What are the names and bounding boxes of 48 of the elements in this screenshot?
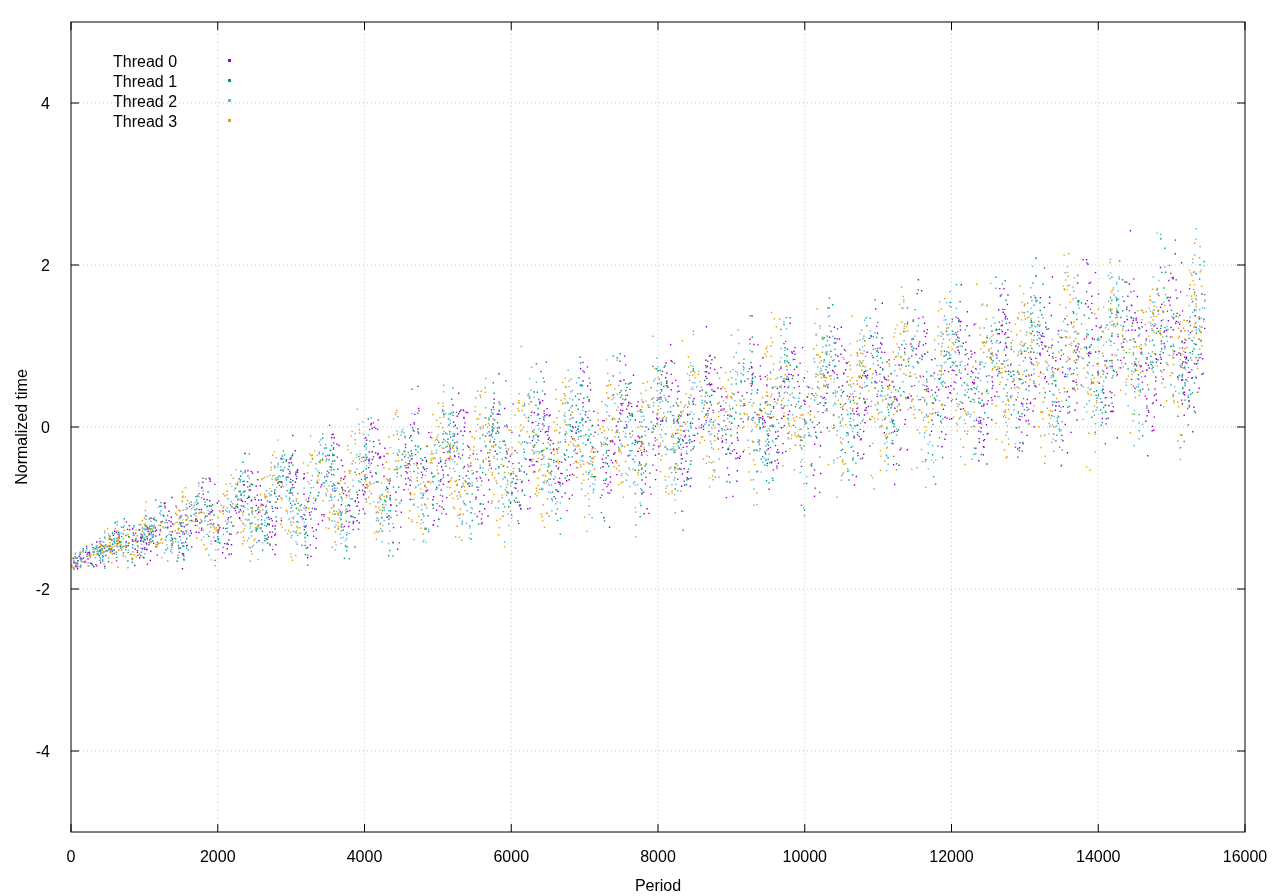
tick-mark <box>364 21 365 31</box>
tick-mark <box>804 21 806 31</box>
tick-mark <box>70 823 72 833</box>
tick-mark <box>1236 102 1246 104</box>
tick-mark <box>1236 588 1246 590</box>
y-tick-label: 4 <box>41 95 50 112</box>
y-tick-label: 2 <box>41 257 50 274</box>
legend-label: Thread 3 <box>113 113 178 130</box>
tick-mark <box>657 21 659 31</box>
tick-mark <box>657 823 659 833</box>
tick-mark <box>510 823 512 833</box>
tick-mark <box>510 21 512 31</box>
tick-mark <box>217 823 219 833</box>
legend-label: Thread 2 <box>113 93 178 110</box>
legend-label: Thread 0 <box>113 53 178 70</box>
tick-mark <box>70 264 80 266</box>
tick-mark <box>70 21 72 31</box>
tick-mark <box>1236 750 1246 752</box>
x-tick-label: 4000 <box>346 848 383 865</box>
x-tick-label: 8000 <box>640 848 676 865</box>
tick-mark <box>70 102 80 104</box>
tick-mark <box>70 750 80 752</box>
x-tick-label: 12000 <box>929 848 974 865</box>
tick-mark <box>1244 823 1246 833</box>
tick-mark <box>70 588 80 590</box>
legend-label: Thread 1 <box>113 73 178 90</box>
tick-mark <box>70 426 80 428</box>
tick-mark <box>364 823 365 833</box>
tick-mark <box>951 21 952 31</box>
y-axis-title: Normalized time <box>13 369 30 485</box>
x-tick-label: 14000 <box>1076 848 1121 865</box>
tick-mark <box>217 21 219 31</box>
tick-mark <box>951 823 952 833</box>
tick-mark <box>804 823 806 833</box>
tick-mark <box>1097 21 1099 31</box>
x-tick-label: 16000 <box>1222 848 1268 865</box>
tick-mark <box>1097 823 1099 833</box>
tick-mark <box>1236 426 1246 428</box>
x-tick-label: 2000 <box>199 848 236 865</box>
x-tick-label: 0 <box>66 848 76 865</box>
y-tick-label: -4 <box>35 743 50 760</box>
x-axis-title: Period <box>634 877 682 894</box>
tick-mark <box>1236 264 1246 266</box>
tick-mark <box>1244 21 1246 31</box>
x-tick-label: 10000 <box>782 848 827 865</box>
x-tick-label: 6000 <box>493 848 530 865</box>
y-tick-label: -2 <box>35 581 50 598</box>
y-tick-label: 0 <box>41 419 50 436</box>
